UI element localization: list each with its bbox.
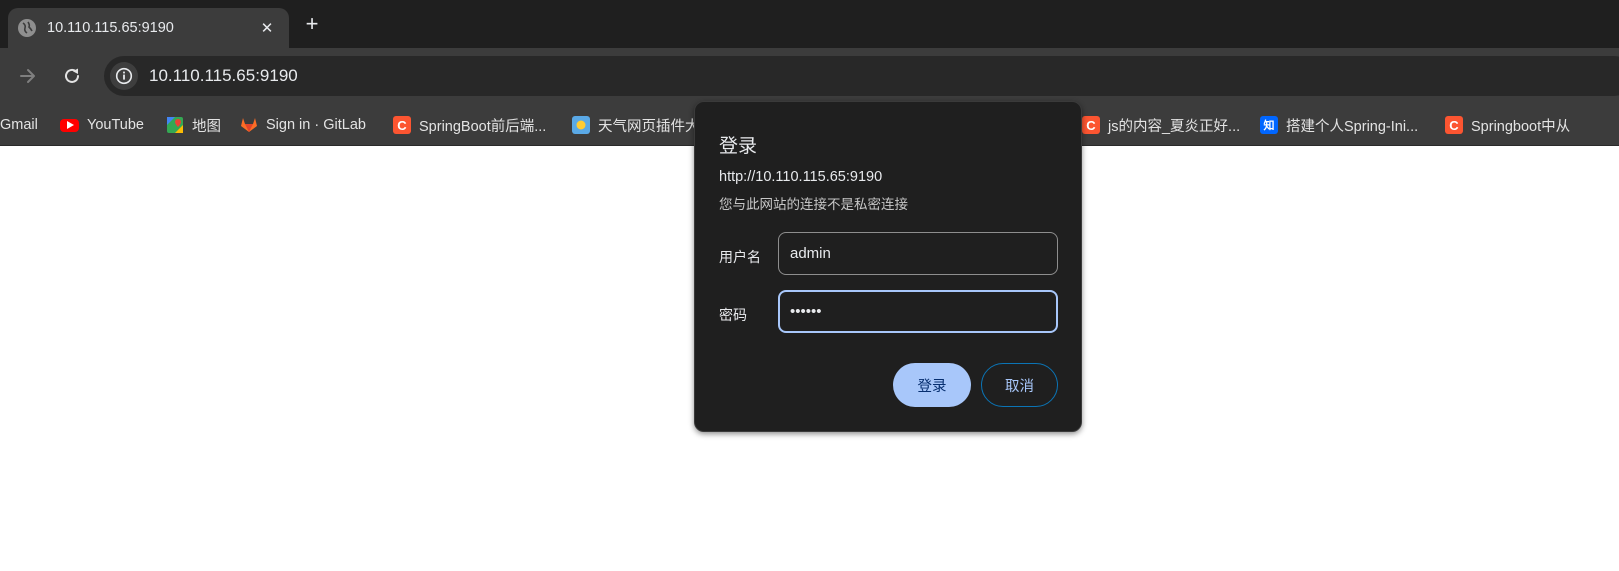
bookmark-js[interactable]: C js的内容_夏炎正好...: [1082, 113, 1240, 137]
bookmark-gmail[interactable]: Gmail: [0, 113, 38, 137]
bookmark-label: js的内容_夏炎正好...: [1108, 118, 1241, 135]
csdn-icon: C: [1082, 116, 1100, 134]
tab-active[interactable]: 10.110.115.65:9190 ✕: [8, 8, 289, 48]
url-text: 10.110.115.65:9190: [149, 66, 298, 85]
reload-button[interactable]: [60, 64, 84, 88]
bookmark-springboot[interactable]: C SpringBoot前后端...: [393, 113, 546, 137]
bookmark-maps[interactable]: 地图: [166, 113, 221, 137]
bookmark-label: 搭建个人Spring-Ini...: [1286, 118, 1419, 135]
reload-icon: [65, 68, 79, 83]
bookmark-gitlab[interactable]: Sign in · GitLab: [240, 113, 366, 137]
arrow-right-icon: [20, 69, 35, 83]
bookmark-zhihu[interactable]: 知 搭建个人Spring-Ini...: [1260, 113, 1418, 137]
bookmark-youtube[interactable]: YouTube: [60, 113, 144, 137]
bookmark-label: Gmail: [0, 117, 38, 133]
bookmark-label: Sign in · GitLab: [266, 117, 366, 133]
youtube-icon: [60, 118, 79, 132]
zhihu-icon: 知: [1260, 116, 1278, 134]
username-label: 用户名: [719, 249, 761, 265]
tab-strip: 10.110.115.65:9190 ✕ +: [0, 0, 1619, 48]
connection-warning: 您与此网站的连接不是私密连接: [719, 197, 908, 212]
maps-icon: [166, 116, 184, 134]
weather-icon: [572, 116, 590, 134]
forward-button[interactable]: [16, 64, 40, 88]
new-tab-button[interactable]: +: [300, 11, 324, 36]
password-label: 密码: [719, 307, 747, 323]
globe-icon: [18, 19, 36, 37]
bookmark-label: SpringBoot前后端...: [419, 118, 547, 135]
bookmark-weather[interactable]: 天气网页插件大: [572, 113, 700, 137]
login-dialog: 登录 http://10.110.115.65:9190 您与此网站的连接不是私…: [694, 101, 1082, 432]
csdn-icon: C: [1445, 116, 1463, 134]
toolbar: 10.110.115.65:9190: [0, 48, 1619, 104]
info-icon: [115, 67, 133, 85]
bookmark-label: YouTube: [87, 117, 144, 133]
close-icon[interactable]: ✕: [255, 16, 279, 40]
cancel-button[interactable]: 取消: [981, 363, 1058, 407]
password-field[interactable]: ••••••: [778, 290, 1058, 333]
dialog-origin: http://10.110.115.65:9190: [719, 169, 883, 185]
site-info-button[interactable]: [110, 62, 138, 90]
csdn-icon: C: [393, 116, 411, 134]
dialog-title: 登录: [719, 136, 758, 157]
gitlab-icon: [240, 116, 258, 134]
tab-title: 10.110.115.65:9190: [47, 20, 174, 36]
login-button[interactable]: 登录: [893, 363, 971, 407]
bookmark-springboot-2[interactable]: C Springboot中从: [1445, 113, 1570, 137]
bookmark-label: Springboot中从: [1471, 118, 1571, 135]
username-field[interactable]: admin: [778, 232, 1058, 275]
bookmark-label: 地图: [192, 118, 221, 135]
address-bar[interactable]: 10.110.115.65:9190: [104, 56, 1619, 96]
bookmark-label: 天气网页插件大: [598, 118, 700, 135]
